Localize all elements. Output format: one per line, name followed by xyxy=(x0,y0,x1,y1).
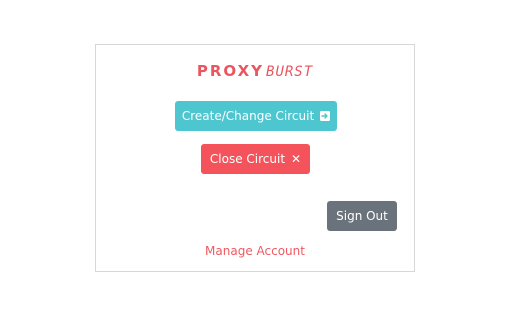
close-circuit-label: Close Circuit xyxy=(209,152,286,166)
create-change-circuit-button[interactable]: Create/Change Circuit xyxy=(175,101,337,131)
manage-account-link[interactable]: Manage Account xyxy=(96,244,414,258)
logo-proxy-text: PROXY xyxy=(196,62,265,80)
close-icon: ✕ xyxy=(291,152,302,166)
sign-out-button[interactable]: Sign Out xyxy=(327,201,397,231)
logo-burst-text: BURST xyxy=(266,64,314,80)
brand-logo: PROXY BURST xyxy=(96,61,414,82)
sign-out-label: Sign Out xyxy=(336,209,388,223)
popup-card: PROXY BURST Create/Change Circuit Close C… xyxy=(95,44,415,272)
enter-icon xyxy=(320,111,331,121)
close-circuit-button[interactable]: Close Circuit ✕ xyxy=(201,144,310,174)
create-change-circuit-label: Create/Change Circuit xyxy=(181,109,315,123)
